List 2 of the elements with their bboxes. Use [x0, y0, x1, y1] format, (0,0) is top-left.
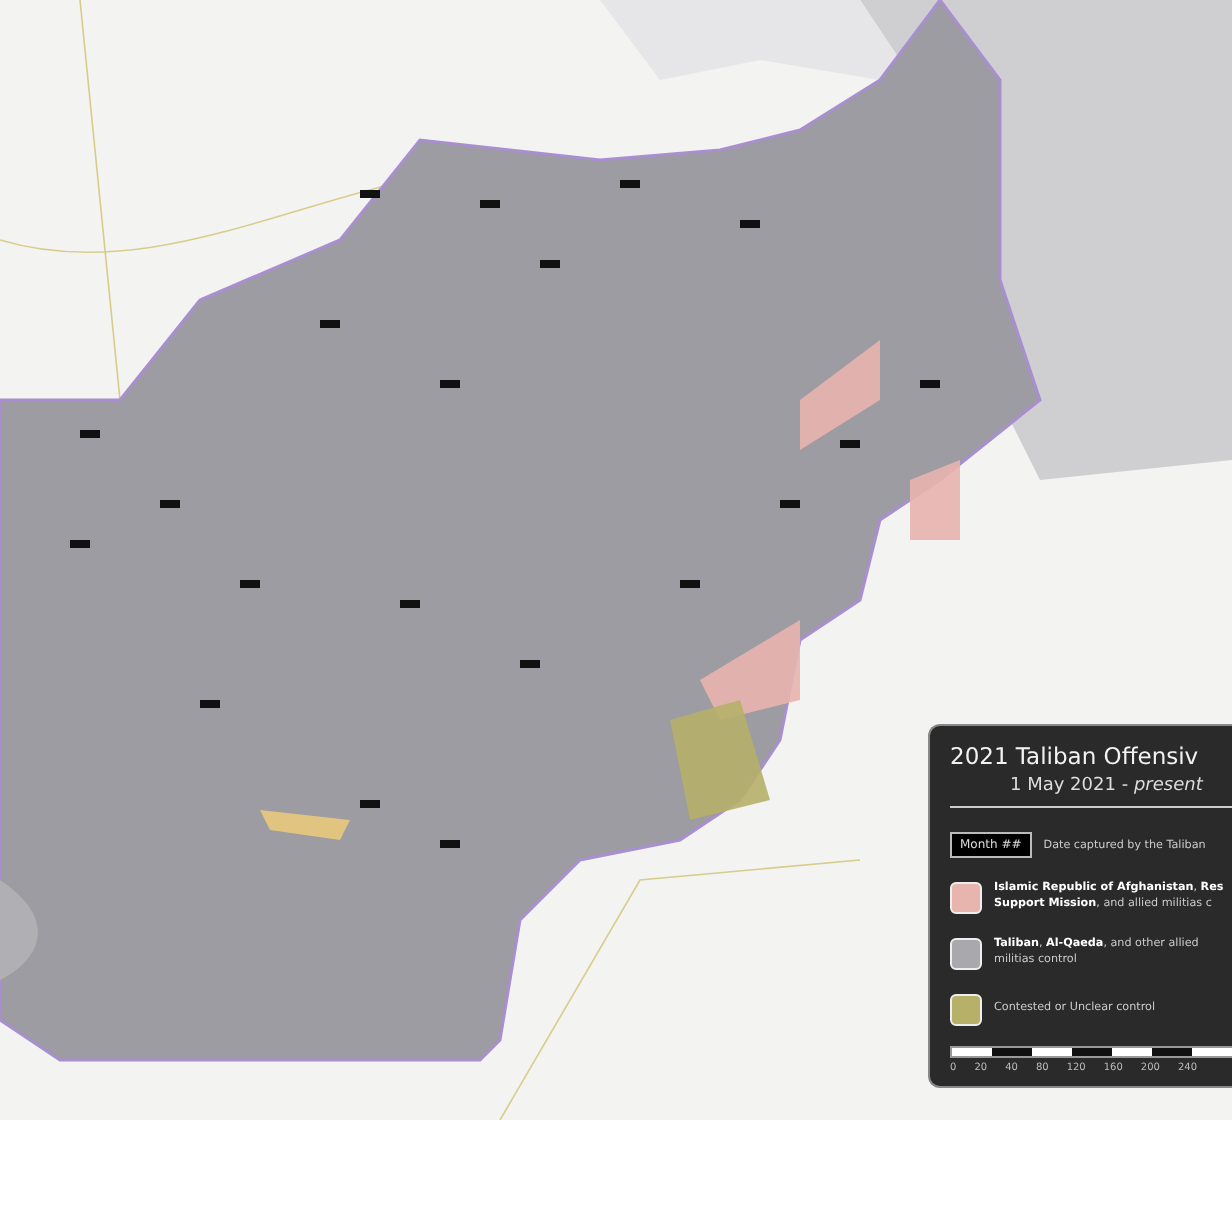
legend-subtitle: 1 May 2021 - present: [1010, 776, 1203, 796]
legend-title: 2021 Taliban Offensiv: [950, 742, 1199, 770]
